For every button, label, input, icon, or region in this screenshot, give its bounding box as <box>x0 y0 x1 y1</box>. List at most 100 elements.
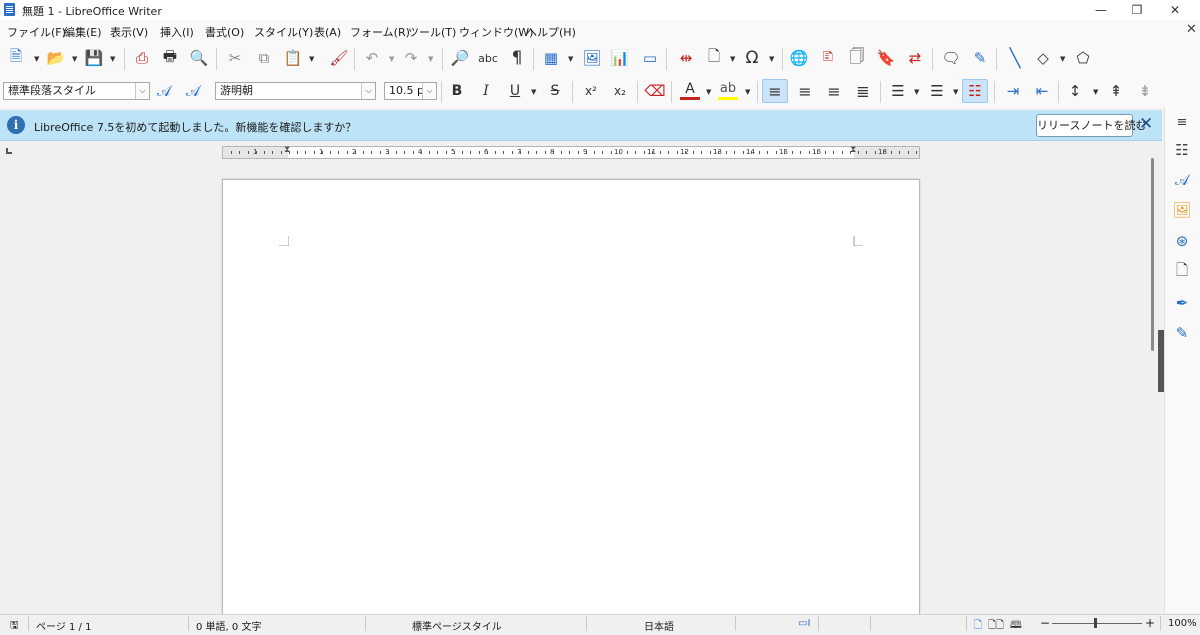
word-count[interactable]: 0 単語, 0 文字 <box>196 618 261 633</box>
menu-view[interactable]: 表示(V) <box>110 24 148 40</box>
zoom-level[interactable]: 100% <box>1168 618 1197 629</box>
multi-page-view-icon[interactable]: 🗋🗋 <box>988 618 1004 635</box>
paste-dropdown-icon[interactable]: ▼ <box>309 55 314 63</box>
new-style-icon[interactable]: 𝒜 <box>183 81 203 101</box>
bookmark-icon[interactable]: 🔖 <box>876 48 896 68</box>
basic-shapes-icon[interactable]: ◇ <box>1033 48 1053 68</box>
font-color-icon[interactable]: A <box>680 80 700 100</box>
copy-icon[interactable]: ⧉ <box>254 48 274 68</box>
endnote-icon[interactable]: 🗍 <box>847 47 867 68</box>
font-name-combo[interactable]: 游明朝 ⌵ <box>215 82 376 100</box>
print-icon[interactable]: 🖶 <box>160 47 180 68</box>
align-left-icon[interactable]: ≡ <box>765 81 785 101</box>
superscript-button[interactable]: x² <box>581 81 601 101</box>
menu-format[interactable]: 書式(O) <box>205 24 244 40</box>
right-indent-marker-icon[interactable]: ⧗ <box>850 145 856 155</box>
formatting-marks-icon[interactable]: ¶ <box>507 48 527 68</box>
paragraph-style-combo[interactable]: 標準段落スタイル ⌵ <box>3 82 150 100</box>
align-center-icon[interactable]: ≡ <box>795 81 815 101</box>
page-break-icon[interactable]: ⇹ <box>676 48 696 68</box>
save-dropdown-icon[interactable]: ▼ <box>110 55 115 63</box>
font-size-combo[interactable]: 10.5 pt ⌵ <box>384 82 437 100</box>
footnote-icon[interactable]: 🗈 <box>818 47 838 68</box>
paste-icon[interactable]: 📋 <box>283 48 303 68</box>
numbering-dropdown-icon[interactable]: ▼ <box>953 88 958 96</box>
navigator-icon[interactable]: ⊛ <box>1172 231 1192 251</box>
highlight-icon[interactable]: ab <box>718 80 738 100</box>
chevron-down-icon[interactable]: ⌵ <box>361 83 375 99</box>
page-number[interactable]: ページ 1 / 1 <box>36 618 91 633</box>
zoom-out-button[interactable]: − <box>1040 616 1050 630</box>
redo-icon[interactable]: ↷ <box>401 48 421 68</box>
redo-dropdown-icon[interactable]: ▼ <box>428 55 433 63</box>
line-icon[interactable]: ╲ <box>1005 48 1025 69</box>
track-changes-icon[interactable]: ✎ <box>970 48 990 68</box>
insert-image-icon[interactable]: 🖼 <box>582 48 602 68</box>
insert-table-icon[interactable]: ▦ <box>541 48 561 68</box>
font-color-dropdown-icon[interactable]: ▼ <box>706 88 711 96</box>
print-preview-icon[interactable]: 🔍 <box>189 48 209 68</box>
shapes-dropdown-icon[interactable]: ▼ <box>1060 55 1065 63</box>
gallery-icon[interactable]: 🖼 <box>1172 200 1192 220</box>
zoom-slider[interactable] <box>1052 623 1142 624</box>
special-character-icon[interactable]: Ω <box>742 48 762 68</box>
open-dropdown-icon[interactable]: ▼ <box>72 55 77 63</box>
scrollbar-thumb[interactable] <box>1151 158 1154 351</box>
insert-chart-icon[interactable]: 📊 <box>610 48 630 68</box>
increase-indent-icon[interactable]: ⇥ <box>1003 81 1023 101</box>
single-page-view-icon[interactable]: 🗋 <box>974 618 982 635</box>
hyperlink-icon[interactable]: 🌐 <box>789 48 809 68</box>
table-dropdown-icon[interactable]: ▼ <box>568 55 573 63</box>
new-dropdown-icon[interactable]: ▼ <box>34 55 39 63</box>
bold-button[interactable]: B <box>447 81 467 101</box>
undo-icon[interactable]: ↶ <box>362 48 382 68</box>
close-button[interactable]: ✕ <box>1152 0 1198 20</box>
chevron-down-icon[interactable]: ⌵ <box>135 83 149 99</box>
styles-icon[interactable]: 𝒜 <box>1172 170 1192 190</box>
document-modified-icon[interactable]: 🖫 <box>10 618 19 635</box>
bullets-dropdown-icon[interactable]: ▼ <box>914 88 919 96</box>
new-document-icon[interactable]: 🗎 <box>6 47 26 68</box>
menu-table[interactable]: 表(A) <box>314 24 341 40</box>
italic-button[interactable]: I <box>476 81 496 101</box>
cut-icon[interactable]: ✂ <box>225 48 245 68</box>
menu-insert[interactable]: 挿入(I) <box>160 24 194 40</box>
bullets-icon[interactable]: ☰ <box>888 81 908 101</box>
zoom-slider-thumb[interactable] <box>1094 618 1097 628</box>
undo-dropdown-icon[interactable]: ▼ <box>389 55 394 63</box>
underline-button[interactable]: U <box>505 81 525 101</box>
document-page[interactable] <box>222 179 920 619</box>
style-inspector-icon[interactable]: ✒ <box>1172 293 1192 313</box>
justify-icon[interactable]: ≣ <box>853 81 873 101</box>
text-language[interactable]: 日本語 <box>644 618 674 633</box>
left-indent-marker-icon[interactable]: ⧗ <box>284 145 290 155</box>
spelling-icon[interactable]: abc <box>478 48 498 68</box>
cross-reference-icon[interactable]: ⇄ <box>905 48 925 68</box>
export-pdf-icon[interactable]: ⎙ <box>132 48 152 68</box>
page-style[interactable]: 標準ページスタイル <box>412 618 502 633</box>
insert-mode-icon[interactable]: ▭I <box>798 618 810 629</box>
decrease-indent-icon[interactable]: ⇤ <box>1032 81 1052 101</box>
draw-functions-icon[interactable]: ⬠ <box>1073 48 1093 68</box>
properties-icon[interactable]: ☷ <box>1172 140 1192 160</box>
decrease-paragraph-spacing-icon[interactable]: ⇟ <box>1135 81 1155 101</box>
subscript-button[interactable]: x₂ <box>610 81 630 101</box>
tab-stop-selector[interactable] <box>6 148 12 154</box>
close-document-icon[interactable]: ✕ <box>1186 22 1197 37</box>
comment-icon[interactable]: 🗨 <box>941 48 961 68</box>
open-icon[interactable]: 📂 <box>46 48 66 68</box>
menu-edit[interactable]: 編集(E) <box>64 24 102 40</box>
underline-dropdown-icon[interactable]: ▼ <box>531 88 536 96</box>
manage-changes-icon[interactable]: ✎ <box>1172 323 1192 343</box>
menu-file[interactable]: ファイル(F) <box>7 24 66 40</box>
update-style-icon[interactable]: 𝒜 <box>154 81 174 101</box>
strikethrough-button[interactable]: S <box>545 81 565 101</box>
increase-paragraph-spacing-icon[interactable]: ⇞ <box>1106 81 1126 101</box>
clear-formatting-icon[interactable]: ⌫ <box>644 81 665 101</box>
field-dropdown-icon[interactable]: ▼ <box>730 55 735 63</box>
insert-field-icon[interactable]: 🗋 <box>704 47 724 68</box>
menu-form[interactable]: フォーム(R) <box>350 24 410 40</box>
page-icon[interactable]: 🗋 <box>1172 261 1192 282</box>
chevron-down-icon[interactable]: ⌵ <box>422 83 436 99</box>
numbering-icon[interactable]: ☰ <box>927 81 947 101</box>
